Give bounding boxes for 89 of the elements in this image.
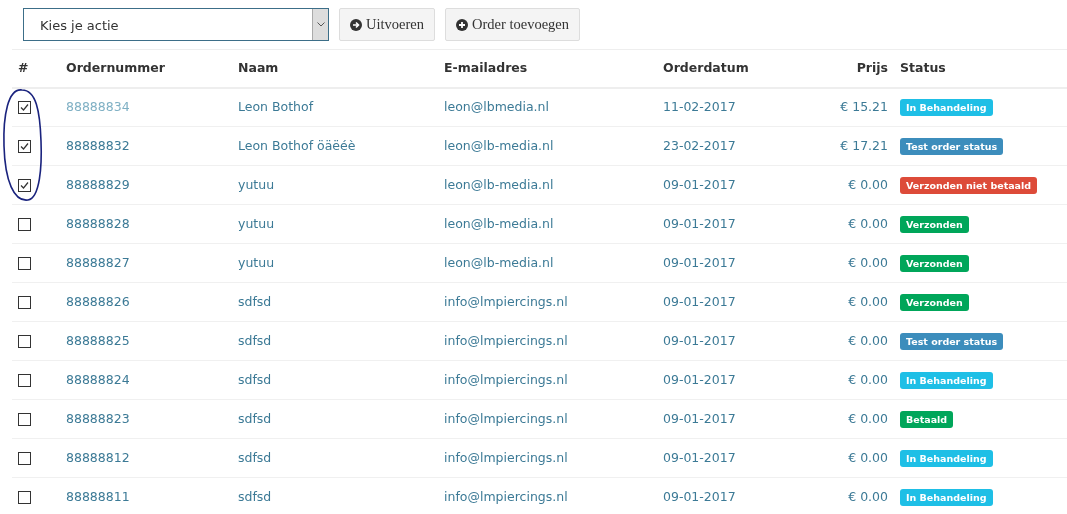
- customer-name-cell: yutuu: [232, 165, 438, 205]
- customer-name-cell: yutuu: [232, 204, 438, 244]
- email-cell: info@lmpiercings.nl: [438, 282, 657, 322]
- column-header: Orderdatum: [657, 49, 769, 88]
- email-cell: leon@lb-media.nl: [438, 204, 657, 244]
- order-number-link[interactable]: 88888825: [60, 321, 232, 361]
- price-cell: € 0.00: [769, 282, 894, 322]
- column-header: Ordernummer: [60, 49, 232, 88]
- arrow-circle-icon: [350, 18, 362, 31]
- email-cell: leon@lb-media.nl: [438, 165, 657, 205]
- email-cell: info@lmpiercings.nl: [438, 438, 657, 478]
- column-header: E-mailadres: [438, 49, 657, 88]
- customer-name-cell: sdfsd: [232, 477, 438, 514]
- status-label: In Behandeling: [900, 449, 993, 467]
- status-label: In Behandeling: [900, 98, 993, 116]
- status-label: Test order status: [900, 137, 1004, 155]
- customer-name-cell: Leon Bothof öäëéè: [232, 126, 438, 166]
- price-cell: € 0.00: [769, 204, 894, 244]
- order-number-link[interactable]: 88888823: [60, 399, 232, 439]
- customer-name-cell: Leon Bothof: [232, 87, 438, 127]
- price-cell: € 0.00: [769, 165, 894, 205]
- order-date-cell: 11-02-2017: [657, 87, 769, 127]
- order-date-cell: 09-01-2017: [657, 438, 769, 478]
- row-checkbox[interactable]: [18, 451, 31, 465]
- status-label: Verzonden: [900, 215, 969, 233]
- email-cell: info@lmpiercings.nl: [438, 321, 657, 361]
- row-checkbox[interactable]: [18, 139, 31, 153]
- order-number-link[interactable]: 88888832: [60, 126, 232, 166]
- customer-name-cell: sdfsd: [232, 399, 438, 439]
- price-cell: € 0.00: [769, 243, 894, 283]
- order-number-link[interactable]: 88888829: [60, 165, 232, 205]
- customer-name-cell: sdfsd: [232, 438, 438, 478]
- action-select[interactable]: Kies je actie: [23, 8, 329, 41]
- order-date-cell: 23-02-2017: [657, 126, 769, 166]
- order-date-cell: 09-01-2017: [657, 204, 769, 244]
- email-cell: leon@lb-media.nl: [438, 243, 657, 283]
- price-cell: € 15.21: [769, 87, 894, 127]
- status-label: Verzonden: [900, 293, 969, 311]
- column-header: Status: [894, 49, 1067, 88]
- column-header: Prijs: [769, 49, 894, 88]
- price-cell: € 17.21: [769, 126, 894, 166]
- customer-name-cell: yutuu: [232, 243, 438, 283]
- chevron-down-icon: [316, 22, 325, 27]
- order-date-cell: 09-01-2017: [657, 282, 769, 322]
- price-cell: € 0.00: [769, 477, 894, 514]
- order-number-link[interactable]: 88888811: [60, 477, 232, 514]
- email-cell: leon@lbmedia.nl: [438, 87, 657, 127]
- column-header: Naam: [232, 49, 438, 88]
- order-number-link[interactable]: 88888828: [60, 204, 232, 244]
- order-number-link[interactable]: 88888827: [60, 243, 232, 283]
- order-date-cell: 09-01-2017: [657, 360, 769, 400]
- row-checkbox[interactable]: [18, 256, 31, 270]
- status-label: Betaald: [900, 410, 954, 428]
- toolbar-button[interactable]: Uitvoeren: [339, 8, 435, 41]
- status-label: Verzonden: [900, 254, 969, 272]
- status-label: In Behandeling: [900, 488, 993, 506]
- column-header: #: [12, 49, 60, 88]
- row-checkbox[interactable]: [18, 490, 31, 504]
- price-cell: € 0.00: [769, 360, 894, 400]
- row-checkbox[interactable]: [18, 178, 31, 192]
- toolbar-button[interactable]: Order toevoegen: [445, 8, 580, 41]
- order-number-link[interactable]: 88888812: [60, 438, 232, 478]
- status-label: In Behandeling: [900, 371, 993, 389]
- customer-name-cell: sdfsd: [232, 282, 438, 322]
- order-date-cell: 09-01-2017: [657, 321, 769, 361]
- row-checkbox[interactable]: [18, 412, 31, 426]
- price-cell: € 0.00: [769, 321, 894, 361]
- order-date-cell: 09-01-2017: [657, 477, 769, 514]
- row-checkbox[interactable]: [18, 334, 31, 348]
- email-cell: info@lmpiercings.nl: [438, 360, 657, 400]
- order-date-cell: 09-01-2017: [657, 399, 769, 439]
- customer-name-cell: sdfsd: [232, 321, 438, 361]
- order-date-cell: 09-01-2017: [657, 243, 769, 283]
- email-cell: info@lmpiercings.nl: [438, 477, 657, 514]
- customer-name-cell: sdfsd: [232, 360, 438, 400]
- row-checkbox[interactable]: [18, 100, 31, 114]
- price-cell: € 0.00: [769, 438, 894, 478]
- order-number-link[interactable]: 88888824: [60, 360, 232, 400]
- email-cell: leon@lb-media.nl: [438, 126, 657, 166]
- status-label: Verzonden niet betaald: [900, 176, 1038, 194]
- status-label: Test order status: [900, 332, 1004, 350]
- row-checkbox[interactable]: [18, 295, 31, 309]
- price-cell: € 0.00: [769, 399, 894, 439]
- order-date-cell: 09-01-2017: [657, 165, 769, 205]
- plus-circle-icon: [456, 18, 468, 31]
- email-cell: info@lmpiercings.nl: [438, 399, 657, 439]
- row-checkbox[interactable]: [18, 373, 31, 387]
- order-number-link[interactable]: 88888826: [60, 282, 232, 322]
- row-checkbox[interactable]: [18, 217, 31, 231]
